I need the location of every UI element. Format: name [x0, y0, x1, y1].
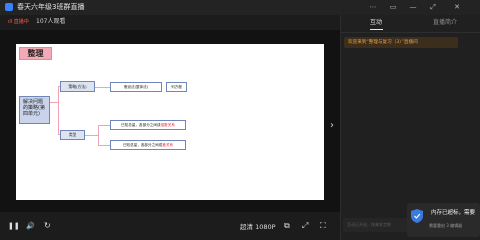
tab-active-indicator: [370, 29, 383, 30]
side-panel: 互动 直播简介 欢迎来到“整理与复习（3）”直播间 互动已开启，快来发言吧 内存…: [340, 15, 480, 240]
refresh-icon[interactable]: ↻: [44, 221, 51, 231]
leaf3-highlight: 倍数关系: [160, 123, 175, 127]
mindmap-branch-strategy: 策略(方法): [60, 81, 95, 92]
connector-type-split: [85, 135, 98, 136]
chat-input[interactable]: 互动已开启，快来发言吧: [343, 218, 413, 232]
fullscreen-icon[interactable]: ⛶: [320, 221, 326, 231]
memory-toast[interactable]: 内存已超标，需要 需要重启 3 编辑器: [407, 203, 480, 237]
welcome-message: 欢迎来到“整理与复习（3）”直播间: [344, 37, 458, 48]
title-bar: 春天六年级3班群直播 ⋯ ▭ — ⤢ ✕: [0, 0, 480, 15]
window-title: 春天六年级3班群直播: [17, 3, 85, 11]
mindmap-leaf-difference: 已知总量，各部分之间成差关系: [110, 140, 186, 150]
next-slide-icon[interactable]: ›: [330, 120, 334, 132]
tab-divider: [341, 32, 480, 33]
toast-subtitle: 需要重启 3 编辑器: [429, 223, 463, 228]
connector-strategy-leaf: [95, 87, 110, 88]
maximize-icon[interactable]: ⤢: [428, 2, 438, 12]
mindmap-leaf-multiple: 已知总量，各部分之间成倍数关系: [110, 120, 186, 130]
viewer-count: 107人观看: [36, 18, 66, 25]
mindmap-leaf-assumption: 假设法(整体法): [110, 82, 162, 92]
quality-selector[interactable]: 超清 1080P: [240, 223, 276, 231]
tab-intro[interactable]: 直播简介: [433, 19, 457, 27]
player-controls: ❚❚ 🔊 ↻ 超清 1080P ⧉ ⤢ ⛶: [0, 212, 340, 240]
app-window: 春天六年级3班群直播 ⋯ ▭ — ⤢ ✕ ıll 直播中 107人观看 整理 解…: [0, 0, 480, 240]
mindmap-branch-type: 类型: [60, 130, 85, 140]
shield-icon: [411, 209, 423, 223]
expand-icon[interactable]: ⤢: [302, 221, 308, 231]
tab-interact[interactable]: 互动: [370, 19, 382, 27]
slide: 整理 解决问题的策略(第四单元) 策略(方法) 类型 假设法(整体法) 列方程 …: [16, 44, 324, 200]
leaf3-prefix: 已知总量，: [121, 123, 140, 127]
pause-icon[interactable]: ❚❚: [8, 221, 20, 231]
leaf4-highlight: 差关系: [162, 143, 174, 147]
close-icon[interactable]: ✕: [452, 2, 462, 12]
more-icon[interactable]: ⋯: [368, 2, 378, 12]
slide-title: 整理: [19, 47, 52, 60]
live-info-bar: ıll 直播中 107人观看: [0, 15, 340, 30]
leaf4-mid: 各部分之间成: [140, 143, 163, 147]
connector-to-leaf3: [98, 125, 110, 126]
app-logo-icon: [5, 3, 13, 11]
toast-title: 内存已超标，需要: [431, 210, 476, 216]
leaf4-prefix: 已知总量，: [122, 143, 141, 147]
connector-type-vertical: [98, 125, 99, 145]
connector-to-leaf4: [98, 145, 110, 146]
pip-icon[interactable]: ⧉: [284, 221, 290, 231]
restore-icon[interactable]: ▭: [388, 2, 398, 12]
video-player[interactable]: 整理 解决问题的策略(第四单元) 策略(方法) 类型 假设法(整体法) 列方程 …: [0, 30, 340, 212]
connector-trunk: [58, 86, 59, 134]
connector-root: [50, 102, 58, 103]
minimize-icon[interactable]: —: [408, 2, 418, 12]
live-badge: ıll 直播中: [8, 19, 29, 25]
mindmap-root: 解决问题的策略(第四单元): [19, 96, 50, 124]
leaf3-mid: 各部分之间成: [139, 123, 161, 127]
volume-icon[interactable]: 🔊: [26, 221, 35, 231]
mindmap-leaf-equation: 列方程: [166, 82, 187, 92]
